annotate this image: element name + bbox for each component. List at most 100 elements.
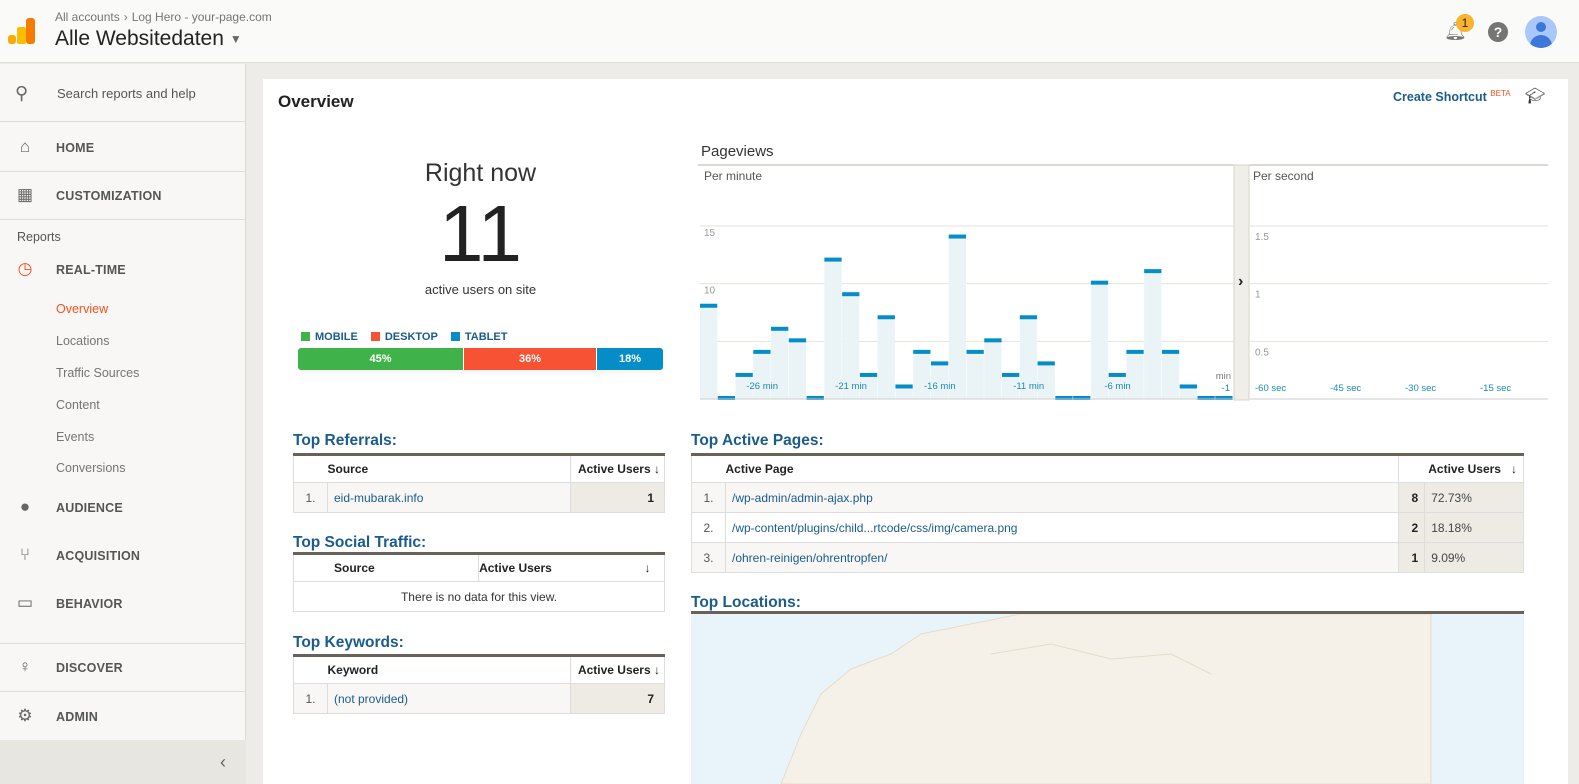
col-active-page[interactable]: Active Page	[725, 454, 1399, 483]
sub-content[interactable]: Content	[56, 398, 100, 412]
analytics-logo	[8, 18, 35, 44]
bar-cap	[895, 384, 913, 389]
col-keyword[interactable]: Keyword	[327, 655, 571, 684]
nav-audience[interactable]: ● AUDIENCE	[0, 484, 246, 532]
chevron-right-icon: ›	[1238, 273, 1243, 290]
home-icon: ⌂	[19, 137, 31, 156]
pageviews-title: Pageviews	[701, 143, 774, 160]
page-link[interactable]: /wp-content/plugins/child...rtcode/css/i…	[725, 512, 1399, 543]
col-active-users[interactable]: Active Users	[478, 553, 645, 582]
x-tick-label: -21 min	[835, 381, 867, 392]
dashboard-icon: ▦	[16, 185, 34, 204]
bar	[788, 341, 807, 399]
nav-customization[interactable]: ▦ CUSTOMIZATION	[0, 172, 246, 220]
col-source[interactable]: Source	[292, 553, 480, 582]
bar-cap	[788, 338, 807, 343]
breadcrumb[interactable]: All accounts › Log Hero - your-page.com	[55, 10, 276, 24]
bar-cap	[948, 234, 966, 239]
pageviews-chart: 51015-26 min-21 min-16 min-11 min-6 minm…	[698, 164, 1548, 401]
caret-down-icon: ▼	[229, 32, 242, 47]
nav-discover[interactable]: ♀ DISCOVER	[0, 644, 246, 692]
nav-label: CUSTOMIZATION	[56, 189, 162, 203]
nav-behavior[interactable]: ▭ BEHAVIOR	[0, 580, 246, 628]
nav-acquisition[interactable]: ⑂ ACQUISITION	[0, 532, 246, 580]
top-keywords-table: Keyword Active Users ↓ 1. (not provided) 7	[293, 654, 665, 714]
bar	[984, 341, 1002, 399]
page-link[interactable]: /wp-admin/admin-ajax.php	[725, 482, 1399, 513]
bar-cap	[753, 349, 771, 354]
collapse-sidebar-button[interactable]: ‹	[0, 740, 246, 784]
overview-card: Overview Create Shortcut BETA 🎓︎ Right n…	[263, 79, 1568, 784]
locations-map[interactable]	[691, 614, 1524, 784]
top-active-pages-table: Active Page Active Users ↓ 1./wp-admin/ad…	[691, 453, 1524, 573]
reports-heading: Reports	[17, 230, 61, 244]
referral-link[interactable]: eid-mubarak.info	[327, 482, 571, 513]
sub-locations[interactable]: Locations	[56, 334, 110, 348]
col-active-users[interactable]: Active Users ↓	[570, 655, 665, 684]
nav-label: AUDIENCE	[56, 501, 123, 515]
col-source[interactable]: Source	[327, 454, 571, 483]
y-tick-label: 10	[704, 286, 716, 297]
sort-down-icon: ↓	[1511, 462, 1517, 476]
avatar[interactable]	[1525, 16, 1557, 48]
segment-mobile: 45%	[298, 348, 464, 370]
view-selector[interactable]: Alle Websitedaten ▼	[55, 27, 242, 51]
help-icon[interactable]: ?	[1488, 22, 1508, 42]
nav-home[interactable]: ⌂ HOME	[0, 124, 246, 172]
bar	[1126, 352, 1144, 399]
top-referrals-title: Top Referrals:	[293, 432, 397, 449]
bar	[753, 352, 771, 399]
x-unit-label: min	[1216, 371, 1231, 382]
bar	[1144, 272, 1162, 399]
keyword-link[interactable]: (not provided)	[327, 683, 571, 714]
legend-mobile: MOBILE	[301, 331, 358, 343]
top-locations-title: Top Locations:	[691, 594, 801, 611]
bar-cap	[984, 338, 1002, 343]
bar-cap	[913, 349, 931, 354]
sub-events[interactable]: Events	[56, 430, 94, 444]
nav-realtime[interactable]: ◷ REAL-TIME	[0, 246, 246, 294]
gear-icon: ⚙	[17, 706, 33, 725]
acquisition-icon: ⑂	[19, 545, 31, 564]
bar-cap	[1019, 315, 1038, 320]
bar-cap	[1108, 372, 1126, 377]
view-name: Alle Websitedaten	[55, 27, 224, 50]
bar-cap	[771, 326, 789, 331]
create-shortcut-button[interactable]: Create Shortcut BETA	[1393, 89, 1511, 104]
graduation-cap-icon[interactable]: 🎓︎	[1525, 86, 1545, 106]
breadcrumb-property[interactable]: Log Hero - your-page.com	[132, 10, 272, 24]
per-second-label: Per second	[1253, 169, 1314, 183]
bar-cap	[1037, 361, 1055, 366]
top-active-pages-title: Top Active Pages:	[691, 432, 824, 449]
chevron-left-icon: ‹	[220, 752, 226, 772]
nav-label: ADMIN	[56, 710, 98, 724]
bar	[966, 352, 984, 399]
sub-overview[interactable]: Overview	[56, 302, 108, 316]
bar-cap	[1126, 349, 1144, 354]
nav-label: REAL-TIME	[56, 263, 126, 277]
breadcrumb-all-accounts[interactable]: All accounts	[55, 10, 120, 24]
sort-down-icon[interactable]: ↓	[644, 553, 665, 582]
top-header: All accounts › Log Hero - your-page.com Al…	[0, 0, 1579, 63]
notification-badge: 1	[1456, 14, 1474, 32]
device-legend: MOBILE DESKTOP TABLET	[301, 331, 517, 343]
x-tick-label: -11 min	[1013, 381, 1044, 392]
search-reports[interactable]: ⚲ Search reports and help	[0, 64, 246, 122]
nav-admin[interactable]: ⚙ ADMIN	[0, 693, 246, 741]
page-title: Overview	[278, 92, 354, 111]
bar-cap	[930, 361, 949, 366]
segment-tablet: 18%	[597, 348, 663, 370]
legend-desktop: DESKTOP	[370, 331, 438, 343]
sort-down-icon: ↓	[654, 462, 660, 476]
bar	[1161, 352, 1180, 399]
bar-cap	[966, 349, 984, 354]
sub-conversions[interactable]: Conversions	[56, 461, 125, 475]
x-tick-label: -16 min	[924, 381, 956, 392]
sub-traffic-sources[interactable]: Traffic Sources	[56, 366, 139, 380]
sort-down-icon: ↓	[654, 663, 660, 677]
x-tick-label: -15 sec	[1480, 383, 1511, 394]
page-link[interactable]: /ohren-reinigen/ohrentropfen/	[725, 542, 1399, 573]
col-active-users[interactable]: Active Users ↓	[570, 454, 665, 483]
behavior-icon: ▭	[16, 593, 34, 612]
col-active-users[interactable]: Active Users ↓	[1398, 454, 1524, 483]
